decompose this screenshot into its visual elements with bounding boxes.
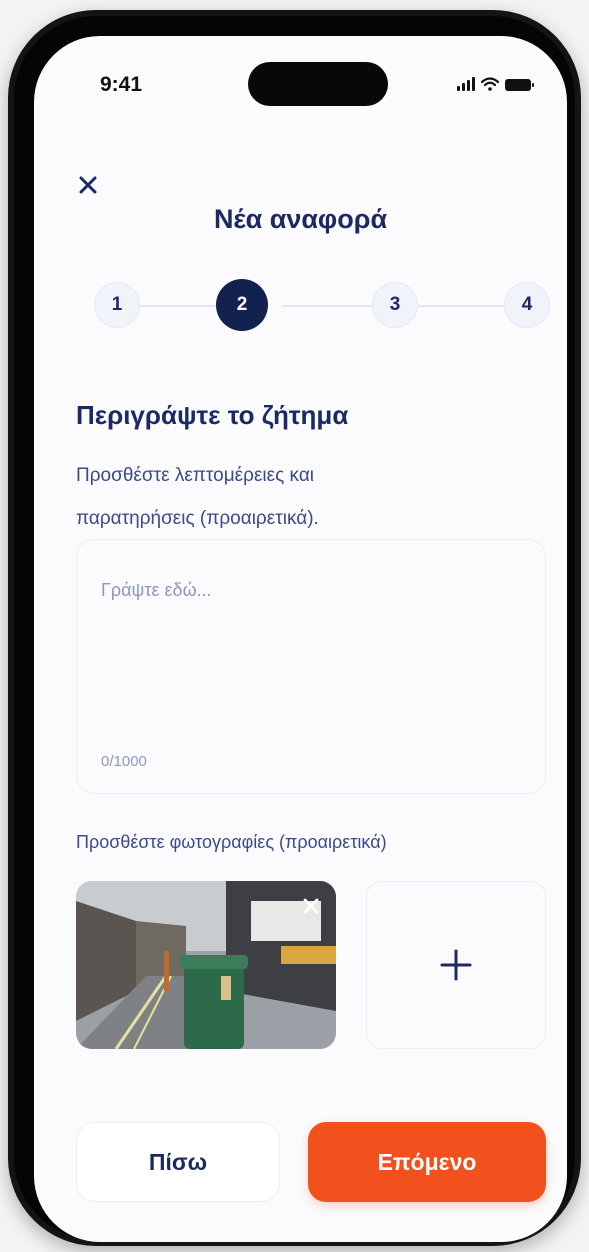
close-icon[interactable] (74, 171, 102, 199)
photos-label: Προσθέστε φωτογραφίες (προαιρετικά) (76, 832, 387, 852)
add-photo-button[interactable] (366, 881, 546, 1049)
plus-icon (440, 949, 472, 981)
remove-photo-icon[interactable] (298, 893, 324, 919)
description-field[interactable]: Γράψτε εδώ... 0/1000 (76, 539, 546, 794)
section-title: Περιγράψτε το ζήτημα (76, 400, 349, 430)
photo-thumbnail[interactable] (76, 881, 336, 1049)
section-subtitle: Προσθέστε λεπτομέρειες και παρατηρήσεις … (76, 454, 476, 540)
app-screen: 9:41 Νέα αναφορά 1 2 3 4 Περιγράψτε το ζ… (34, 36, 567, 1242)
step-connector (416, 305, 508, 307)
back-button[interactable]: Πίσω (76, 1122, 280, 1202)
step-3: 3 (372, 282, 418, 328)
step-2-active: 2 (216, 279, 268, 331)
step-1: 1 (94, 282, 140, 328)
subtitle-line: Προσθέστε λεπτομέρειες και (76, 465, 315, 486)
wifi-icon (481, 77, 499, 91)
page-title: Νέα αναφορά (213, 204, 388, 234)
next-button[interactable]: Επόμενο (308, 1122, 546, 1202)
status-icons (457, 77, 534, 91)
character-counter: 0/1000 (101, 753, 147, 770)
dynamic-island (248, 62, 388, 106)
street-photo (76, 881, 336, 1049)
status-time: 9:41 (100, 73, 143, 96)
subtitle-line: παρατηρήσεις (προαιρετικά). (76, 508, 319, 529)
phone-frame: 9:41 Νέα αναφορά 1 2 3 4 Περιγράψτε το ζ… (8, 10, 581, 1246)
signal-icon (457, 77, 475, 91)
step-4: 4 (504, 282, 550, 328)
step-connector (282, 305, 372, 307)
description-placeholder: Γράψτε εδώ... (101, 580, 212, 600)
battery-icon (505, 79, 534, 91)
stepper: 1 2 3 4 (84, 269, 550, 343)
